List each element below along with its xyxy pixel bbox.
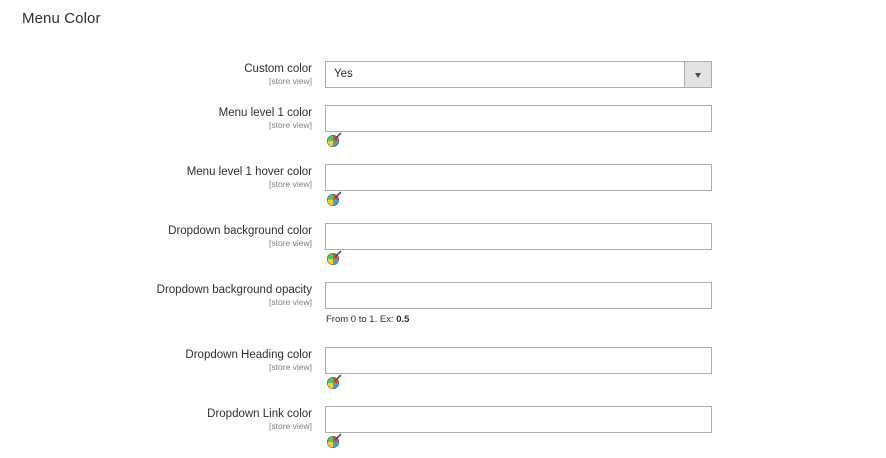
field-label-group: Dropdown Heading color [store view] bbox=[185, 349, 312, 372]
scope-note: [store view] bbox=[269, 421, 312, 431]
dropdown-heading-color-field[interactable] bbox=[325, 347, 712, 374]
field-hint-example: 0.5 bbox=[396, 314, 410, 325]
field-label: Dropdown Link color bbox=[207, 408, 312, 420]
field-label-group: Custom color [store view] bbox=[244, 63, 312, 86]
custom-color-selected-value: Yes bbox=[334, 68, 353, 80]
dropdown-background-opacity-field[interactable] bbox=[325, 282, 712, 309]
menu-level1-color-input[interactable] bbox=[326, 106, 711, 131]
menu-level1-hover-color-input[interactable] bbox=[326, 165, 711, 190]
field-label: Custom color bbox=[244, 63, 312, 75]
scope-note: [store view] bbox=[269, 362, 312, 372]
color-picker-icon[interactable] bbox=[326, 191, 342, 207]
scope-note: [store view] bbox=[269, 297, 312, 307]
field-hint: From 0 to 1. Ex: 0.5 bbox=[326, 314, 409, 325]
section-title: Menu Color bbox=[22, 10, 101, 27]
field-label: Menu level 1 hover color bbox=[186, 166, 312, 178]
menu-level1-color-field[interactable] bbox=[325, 105, 712, 132]
scope-note: [store view] bbox=[269, 179, 312, 189]
chevron-down-icon bbox=[695, 72, 701, 78]
menu-level1-hover-color-field[interactable] bbox=[325, 164, 712, 191]
field-hint-text: From 0 to 1. Ex: bbox=[326, 314, 394, 325]
custom-color-select[interactable]: Yes bbox=[325, 61, 712, 88]
field-label-group: Menu level 1 color [store view] bbox=[219, 107, 312, 130]
field-label: Dropdown background color bbox=[168, 225, 312, 237]
scope-note: [store view] bbox=[269, 120, 312, 130]
select-dropdown-button[interactable] bbox=[684, 62, 711, 87]
dropdown-background-color-field[interactable] bbox=[325, 223, 712, 250]
scope-note: [store view] bbox=[269, 76, 312, 86]
color-picker-icon[interactable] bbox=[326, 132, 342, 148]
field-label-group: Menu level 1 hover color [store view] bbox=[187, 166, 312, 189]
dropdown-link-color-input[interactable] bbox=[326, 407, 711, 432]
dropdown-background-color-input[interactable] bbox=[326, 224, 711, 249]
dropdown-link-color-field[interactable] bbox=[325, 406, 712, 433]
field-label: Dropdown background opacity bbox=[156, 284, 312, 296]
color-picker-icon[interactable] bbox=[326, 250, 342, 266]
color-picker-icon[interactable] bbox=[326, 374, 342, 390]
field-label-group: Dropdown Link color [store view] bbox=[207, 408, 312, 431]
scope-note: [store view] bbox=[269, 238, 312, 248]
dropdown-background-opacity-input[interactable] bbox=[326, 283, 711, 308]
field-label-group: Dropdown background opacity [store view] bbox=[157, 284, 312, 307]
field-label: Menu level 1 color bbox=[218, 107, 312, 119]
color-picker-icon[interactable] bbox=[326, 433, 342, 449]
field-label-group: Dropdown background color [store view] bbox=[168, 225, 312, 248]
dropdown-heading-color-input[interactable] bbox=[326, 348, 711, 373]
field-label: Dropdown Heading color bbox=[185, 349, 312, 361]
